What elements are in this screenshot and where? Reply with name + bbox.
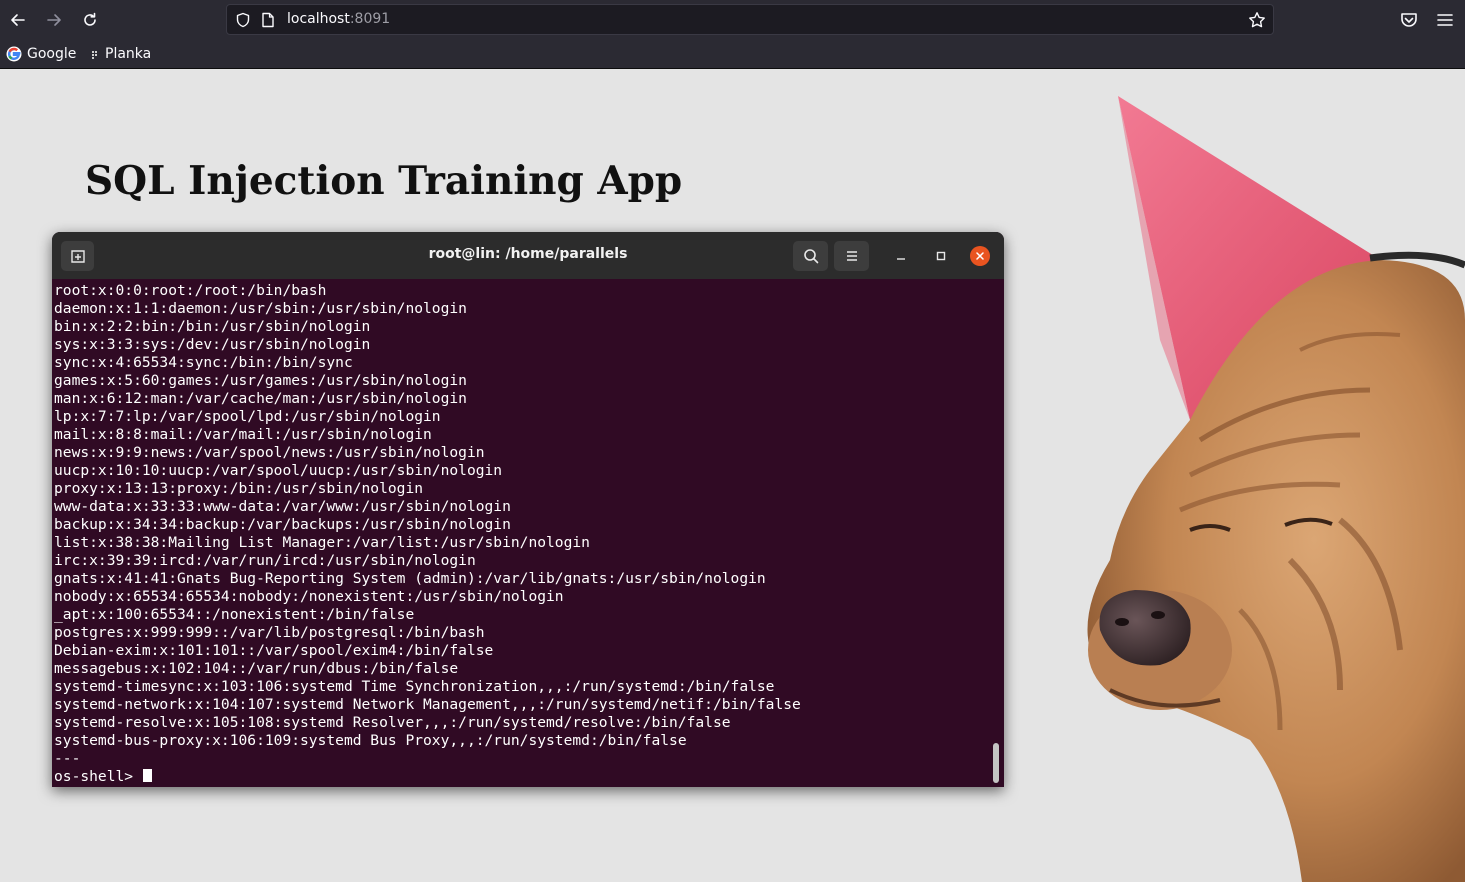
terminal-search-button[interactable] (793, 241, 828, 271)
terminal-line: root:x:0:0:root:/root:/bin/bash (54, 282, 327, 299)
terminal-titlebar[interactable]: root@lin: /home/parallels (52, 232, 1004, 279)
terminal-line: messagebus:x:102:104::/var/run/dbus:/bin… (54, 660, 459, 677)
search-icon (803, 249, 818, 264)
close-button[interactable] (970, 246, 990, 266)
terminal-line: _apt:x:100:65534::/nonexistent:/bin/fals… (54, 606, 415, 623)
url-bar[interactable]: localhost:8091 (226, 4, 1274, 35)
terminal-line: nobody:x:65534:65534:nobody:/nonexistent… (54, 588, 564, 605)
reload-button[interactable] (77, 7, 103, 33)
bookmark-star-icon[interactable] (1248, 11, 1266, 29)
terminal-line: news:x:9:9:news:/var/spool/news:/usr/sbi… (54, 444, 485, 461)
shell-prompt-line[interactable]: os-shell> (54, 768, 990, 782)
terminal-line: systemd-network:x:104:107:systemd Networ… (54, 696, 801, 713)
google-icon (6, 46, 22, 62)
forward-arrow-icon (47, 14, 61, 26)
terminal-output[interactable]: root:x:0:0:root:/root:/bin/bash daemon:x:… (54, 282, 990, 782)
terminal-line: --- (54, 750, 81, 767)
terminal-line: backup:x:34:34:backup:/var/backups:/usr/… (54, 516, 511, 533)
terminal-line: sys:x:3:3:sys:/dev:/usr/sbin/nologin (54, 336, 371, 353)
page-icon[interactable] (261, 12, 275, 28)
shield-icon[interactable] (235, 12, 251, 28)
terminal-window[interactable]: root@lin: /home/parallels root:x:0:0:roo… (52, 232, 1004, 787)
terminal-scrollbar[interactable] (993, 743, 999, 783)
minimize-button[interactable] (890, 245, 912, 267)
bookmark-label: Planka (105, 46, 152, 62)
hamburger-menu-icon (846, 251, 857, 261)
maximize-button[interactable] (930, 245, 952, 267)
terminal-line: gnats:x:41:41:Gnats Bug-Reporting System… (54, 570, 766, 587)
terminal-line: mail:x:8:8:mail:/var/mail:/usr/sbin/nolo… (54, 426, 432, 443)
terminal-line: systemd-bus-proxy:x:106:109:systemd Bus … (54, 732, 687, 749)
url-host: localhost (287, 11, 350, 27)
back-arrow-icon (11, 14, 25, 26)
bookmark-planka[interactable]: Planka (90, 44, 151, 64)
terminal-line: systemd-timesync:x:103:106:systemd Time … (54, 678, 775, 695)
maximize-icon (936, 251, 946, 261)
back-button[interactable] (5, 7, 31, 33)
terminal-line: lp:x:7:7:lp:/var/spool/lpd:/usr/sbin/nol… (54, 408, 441, 425)
terminal-line: www-data:x:33:33:www-data:/var/www:/usr/… (54, 498, 511, 515)
minimize-icon (897, 258, 905, 260)
browser-toolbar: localhost:8091 Google Planka (0, 0, 1465, 69)
terminal-line: daemon:x:1:1:daemon:/usr/sbin:/usr/sbin/… (54, 300, 467, 317)
terminal-line: systemd-resolve:x:105:108:systemd Resolv… (54, 714, 731, 731)
planka-icon (92, 51, 97, 59)
forward-button[interactable] (41, 7, 67, 33)
shell-prompt: os-shell> (54, 768, 142, 782)
app-menu-icon[interactable] (1434, 9, 1456, 31)
terminal-line: bin:x:2:2:bin:/bin:/usr/sbin/nologin (54, 318, 371, 335)
terminal-line: proxy:x:13:13:proxy:/bin:/usr/sbin/nolog… (54, 480, 424, 497)
bookmarks-bar: Google Planka (0, 40, 1465, 68)
terminal-line: games:x:5:60:games:/usr/games:/usr/sbin/… (54, 372, 467, 389)
page-title: SQL Injection Training App (85, 158, 683, 204)
terminal-line: Debian-exim:x:101:101::/var/spool/exim4:… (54, 642, 494, 659)
reload-icon (84, 12, 96, 26)
url-port: :8091 (349, 11, 391, 27)
party-dog-image (1087, 96, 1465, 882)
bookmark-label: Google (27, 46, 77, 62)
terminal-line: uucp:x:10:10:uucp:/var/spool/uucp:/usr/s… (54, 462, 503, 479)
terminal-line: postgres:x:999:999::/var/lib/postgresql:… (54, 624, 485, 641)
close-icon (976, 252, 984, 260)
terminal-menu-button[interactable] (834, 241, 869, 271)
terminal-line: man:x:6:12:man:/var/cache/man:/usr/sbin/… (54, 390, 467, 407)
terminal-line: irc:x:39:39:ircd:/var/run/ircd:/usr/sbin… (54, 552, 476, 569)
url-text[interactable]: localhost:8091 (287, 11, 390, 27)
terminal-line: sync:x:4:65534:sync:/bin:/bin/sync (54, 354, 353, 371)
bookmark-google[interactable]: Google (6, 44, 76, 64)
pocket-icon[interactable] (1398, 9, 1420, 31)
terminal-line: list:x:38:38:Mailing List Manager:/var/l… (54, 534, 590, 551)
text-cursor (142, 768, 152, 782)
